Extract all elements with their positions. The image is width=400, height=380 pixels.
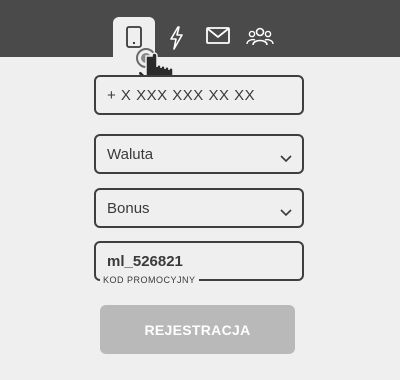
- lightning-icon: [166, 25, 186, 51]
- phone-input[interactable]: + X XXX XXX XX XX: [94, 75, 304, 115]
- tab-quick[interactable]: [155, 17, 197, 57]
- bonus-value: Bonus: [107, 199, 150, 217]
- phone-icon: [124, 25, 144, 49]
- users-icon: [245, 25, 275, 49]
- register-button-label: REJESTRACJA: [144, 321, 251, 338]
- register-button[interactable]: REJESTRACJA: [100, 305, 295, 354]
- currency-select[interactable]: Waluta: [94, 134, 304, 174]
- promo-code-value: ml_526821: [107, 252, 183, 270]
- bonus-select[interactable]: Bonus: [94, 188, 304, 228]
- tab-social[interactable]: [239, 17, 281, 57]
- chevron-down-icon: [280, 204, 292, 221]
- chevron-down-icon: [280, 150, 292, 167]
- tab-phone[interactable]: [113, 17, 155, 57]
- mail-icon: [205, 25, 231, 47]
- registration-method-bar: [0, 0, 400, 57]
- phone-placeholder: + X XXX XXX XX XX: [107, 86, 256, 104]
- tab-email[interactable]: [197, 17, 239, 57]
- promo-code-label: KOD PROMOCYJNY: [100, 275, 199, 285]
- currency-value: Waluta: [107, 145, 154, 163]
